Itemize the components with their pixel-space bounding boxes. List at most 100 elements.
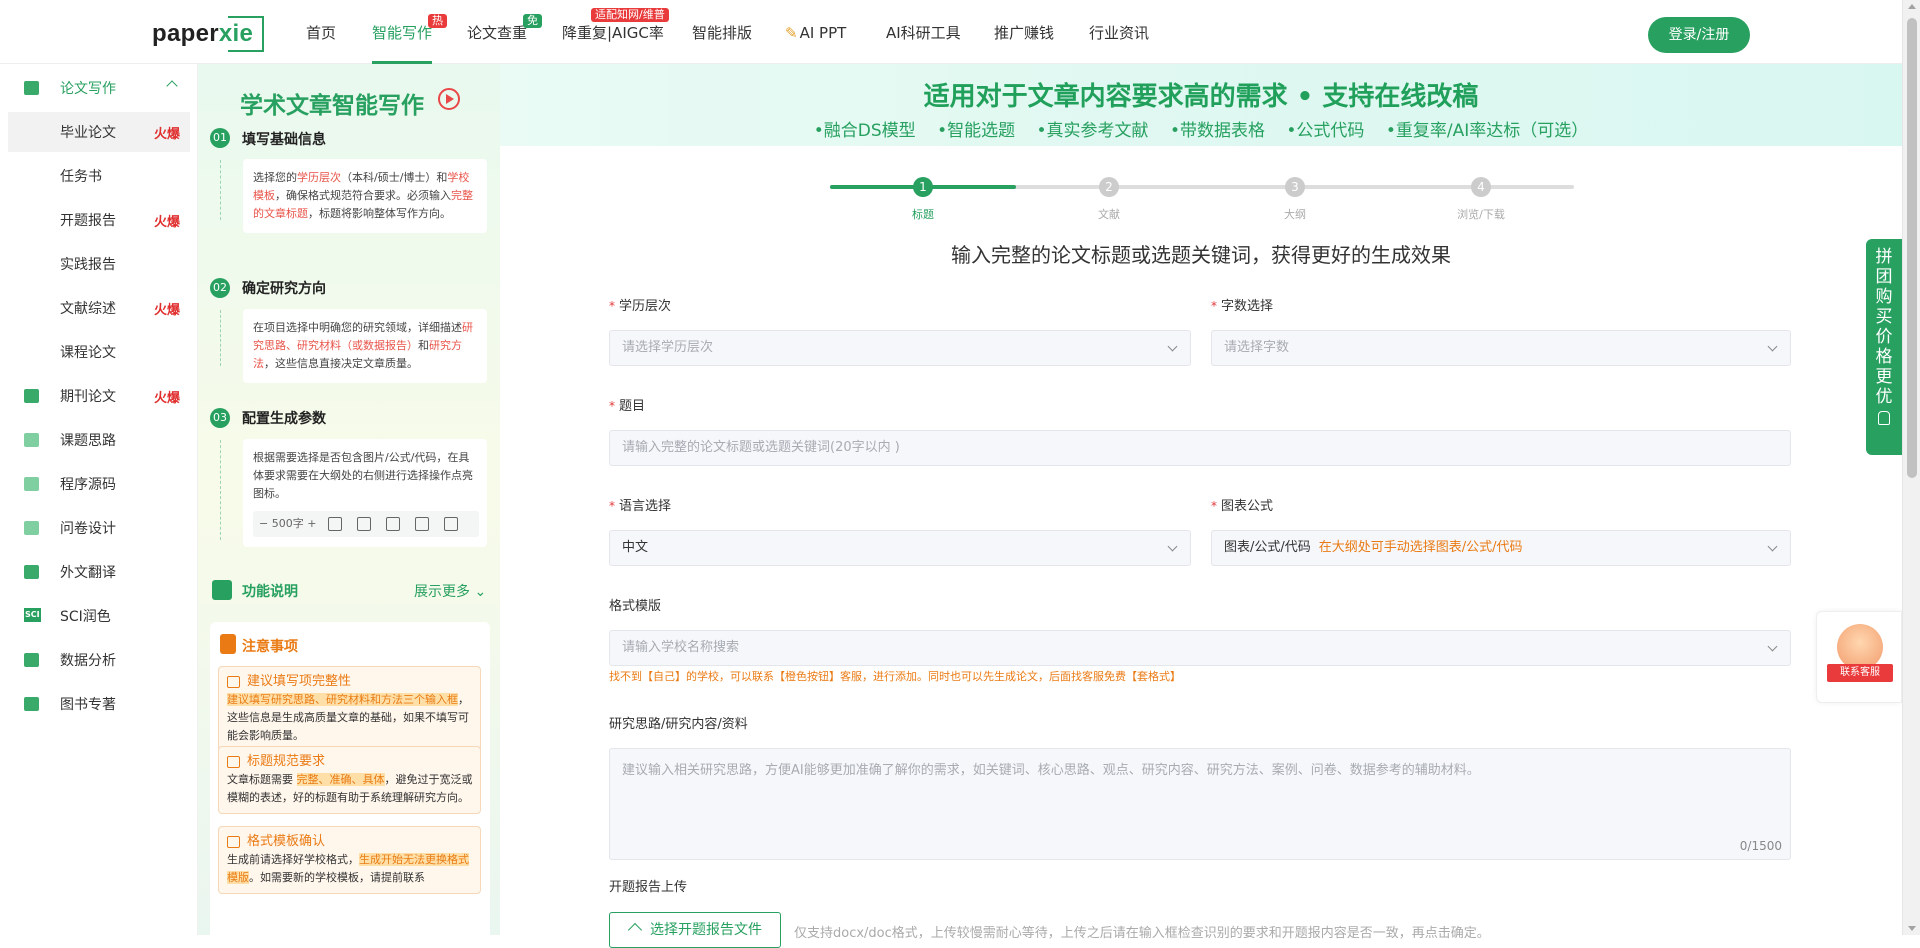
group-buy-promo-tab[interactable]: 拼团购买 价格更优 (1866, 239, 1902, 455)
sidebar-item-label: 文献综述 (60, 301, 116, 317)
feature-item: •融合DS模型 (813, 121, 916, 141)
notice-icon (220, 634, 236, 654)
word-count-label: * 字数选择 (1211, 299, 1274, 314)
paperxie-logo[interactable]: paperxie (152, 14, 264, 54)
progress-step-label: 文献 (1098, 208, 1120, 221)
progress-step-1: 1 (913, 177, 933, 197)
chevron-down-icon (1767, 541, 1778, 552)
scroll-up-arrow-icon[interactable] (1908, 4, 1916, 9)
sidebar-item-translation[interactable]: 外文翻译 (8, 552, 190, 592)
hot-tag: 火爆 (153, 390, 180, 406)
chevron-down-icon (1167, 341, 1178, 352)
chart-formula-select[interactable]: 图表/公式/代码 在大纲处可手动选择图表/公式/代码 (1211, 530, 1791, 566)
note-input-completeness: 建议填写项完整性 建议填写研究思路、研究材料和方法三个输入框，这些信息是生成高质… (218, 666, 481, 752)
pointer-icon (1878, 411, 1890, 425)
feature-item: •重复率/AI率达标（可选） (1385, 121, 1589, 141)
code-icon (24, 477, 39, 491)
sidebar-item-graduation-thesis[interactable]: 毕业论文 火爆 (8, 112, 190, 152)
sidebar-item-label: 毕业论文 (60, 125, 116, 141)
top-navigation: paperxie 首页 智能写作 热 论文查重 免 降重复|AIGC率 适配知网… (0, 0, 1902, 64)
sidebar-item-label: 问卷设计 (60, 521, 116, 537)
document-icon (227, 756, 240, 768)
feature-explanation-row: 功能说明 展示更多 ⌄ (210, 578, 490, 602)
page-scrollbar[interactable] (1902, 0, 1920, 935)
progress-step-3: 3 (1285, 177, 1305, 197)
scroll-down-arrow-icon[interactable] (1908, 926, 1916, 931)
word-count-select[interactable]: 请选择字数 (1211, 330, 1791, 366)
progress-step-4: 4 (1471, 177, 1491, 197)
sidebar-item-proposal[interactable]: 开题报告 火爆 (8, 200, 190, 240)
step-1-description: 选择您的学历层次（本科/硕士/博士）和学校模板，确保格式规范符合要求。必须输入完… (243, 159, 487, 233)
sidebar-item-books[interactable]: 图书专著 (8, 684, 190, 724)
form-prompt: 输入完整的论文标题或选题关键词，获得更好的生成效果 (951, 243, 1451, 267)
image-icon[interactable] (357, 517, 372, 531)
language-select[interactable]: 中文 (609, 530, 1191, 566)
step-title: 填写基础信息 (242, 132, 326, 148)
sidebar-item-label: 外文翻译 (60, 565, 116, 581)
upload-proposal-button[interactable]: 选择开题报告文件 (609, 912, 781, 948)
sidebar-item-label: 论文写作 (60, 81, 116, 97)
sidebar-item-label: 图书专著 (60, 697, 116, 713)
book-icon (24, 697, 39, 711)
topic-input[interactable]: 请输入完整的论文标题或选题关键词(20字以内 ) (609, 430, 1791, 466)
hot-tag: 火爆 (153, 214, 180, 230)
research-textarea[interactable]: 建议输入相关研究思路，方便AI能够更加准确了解你的需求，如关键词、核心思路、观点… (609, 748, 1791, 860)
formula-icon[interactable] (386, 517, 401, 531)
nav-smart-layout[interactable]: 智能排版 (692, 0, 752, 64)
nav-reduce-aigc[interactable]: 降重复|AIGC率 适配知网/维普 (562, 0, 669, 64)
sidebar-item-label: SCI润色 (60, 609, 111, 625)
sidebar-item-source-code[interactable]: 程序源码 (8, 464, 190, 504)
login-register-button[interactable]: 登录/注册 (1648, 17, 1750, 53)
sidebar-category-thesis-writing[interactable]: 论文写作 (8, 68, 190, 108)
sidebar-item-label: 期刊论文 (60, 389, 116, 405)
nav-referral[interactable]: 推广赚钱 (994, 0, 1054, 64)
sidebar-item-literature-review[interactable]: 文献综述 火爆 (8, 288, 190, 328)
sidebar-item-task-book[interactable]: 任务书 (8, 156, 190, 196)
idea-icon (24, 433, 39, 447)
word-count-stepper[interactable]: − 500字 + (259, 515, 316, 533)
nav-smart-writing[interactable]: 智能写作 热 (372, 0, 447, 64)
table-icon[interactable] (328, 517, 343, 531)
step-number: 01 (210, 128, 230, 148)
sidebar-item-sci-polish[interactable]: SCI SCI润色 (8, 596, 190, 636)
nav-ai-research-tools[interactable]: AI科研工具 (886, 0, 961, 64)
sidebar-item-course-paper[interactable]: 课程论文 (8, 332, 190, 372)
chevron-down-icon (1767, 641, 1778, 652)
progress-step-label: 浏览/下载 (1457, 208, 1505, 221)
nav-plagiarism-check[interactable]: 论文查重 免 (467, 0, 542, 64)
show-more-link[interactable]: 展示更多 ⌄ (414, 581, 486, 601)
customer-service-widget[interactable]: 联系客服 (1816, 611, 1902, 703)
feature-item: •真实参考文献 (1036, 121, 1149, 141)
hot-tag: 火爆 (153, 302, 180, 318)
generation-tool-bar: − 500字 + (253, 511, 479, 537)
sidebar-item-topic-ideas[interactable]: 课题思路 (8, 420, 190, 460)
nav-ai-ppt[interactable]: ✎ AI PPT (785, 0, 846, 64)
step-number: 03 (210, 408, 230, 428)
sidebar-item-questionnaire[interactable]: 问卷设计 (8, 508, 190, 548)
cnki-badge: 适配知网/维普 (591, 8, 669, 22)
step-connector (220, 440, 221, 540)
sidebar-item-data-analysis[interactable]: 数据分析 (8, 640, 190, 680)
book-icon (227, 676, 240, 688)
notes-title: 注意事项 (242, 639, 298, 655)
chevron-down-icon: ⌄ (474, 584, 487, 600)
bar-chart-icon (24, 653, 39, 667)
writing-guide-panel: 学术文章智能写作 01 填写基础信息 选择您的学历层次（本科/硕士/博士）和学校… (198, 64, 500, 935)
step-title: 确定研究方向 (242, 281, 326, 297)
degree-select[interactable]: 请选择学历层次 (609, 330, 1191, 366)
school-template-select[interactable]: 请输入学校名称搜索 (609, 630, 1791, 666)
graduation-cap-icon (227, 836, 240, 848)
list-icon[interactable] (444, 517, 459, 531)
sidebar-item-label: 开题报告 (60, 213, 116, 229)
code-icon[interactable] (415, 517, 430, 531)
step-3-description: 根据需要选择是否包含图片/公式/代码，在具体要求需要在大纲处的右侧进行选择操作点… (243, 439, 487, 547)
play-video-icon[interactable] (438, 88, 460, 110)
nav-home[interactable]: 首页 (306, 0, 336, 64)
sidebar-item-practice-report[interactable]: 实践报告 (8, 244, 190, 284)
sidebar-item-journal-paper[interactable]: 期刊论文 火爆 (8, 376, 190, 416)
sidebar-item-label: 程序源码 (60, 477, 116, 493)
scroll-thumb[interactable] (1907, 18, 1917, 478)
language-label: * 语言选择 (609, 499, 672, 514)
nav-industry-news[interactable]: 行业资讯 (1089, 0, 1149, 64)
sidebar-item-label: 课程论文 (60, 345, 116, 361)
